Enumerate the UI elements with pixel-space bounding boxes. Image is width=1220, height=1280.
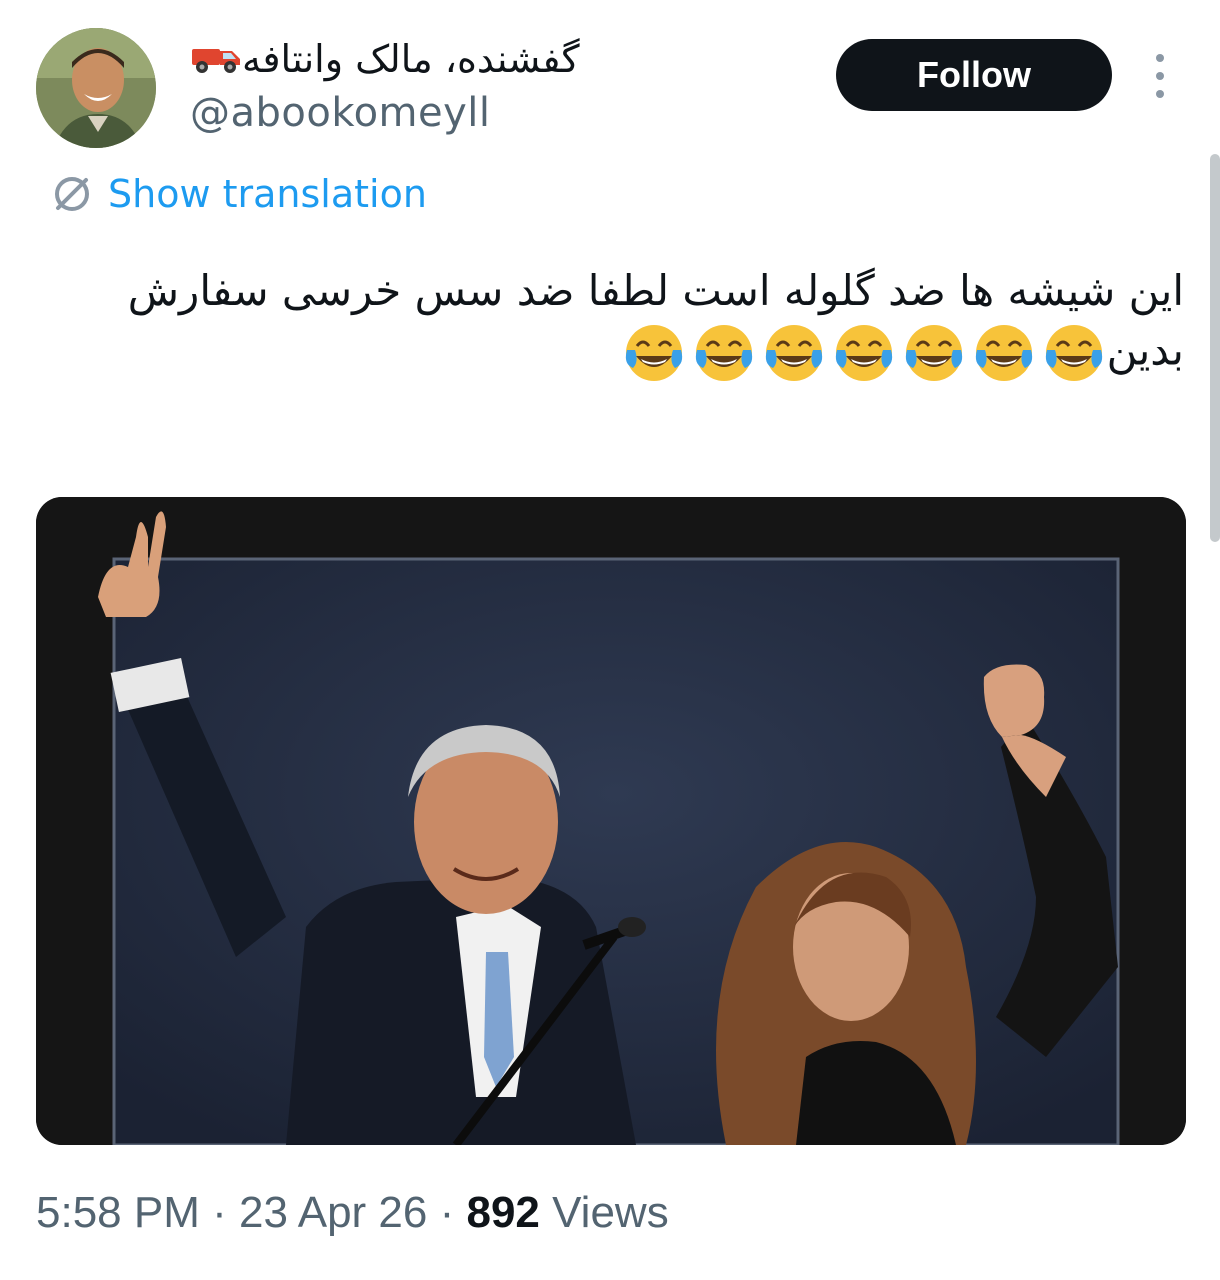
meta-separator: · xyxy=(199,1188,239,1237)
scrollbar-thumb[interactable] xyxy=(1210,154,1220,542)
more-dot xyxy=(1156,54,1164,62)
show-translation-label: Show translation xyxy=(108,172,427,216)
meta-separator: · xyxy=(427,1188,467,1237)
translate-icon xyxy=(55,177,89,211)
pickup-truck-icon xyxy=(190,37,242,87)
views-label: Views xyxy=(539,1188,669,1237)
photo-image xyxy=(36,497,1186,1145)
views-count: 892 xyxy=(466,1188,540,1237)
face-with-tears-of-joy-icon xyxy=(695,325,752,381)
face-with-tears-of-joy-icon xyxy=(835,325,892,381)
author-handle[interactable]: @abookomeyll xyxy=(190,90,491,136)
author-avatar[interactable] xyxy=(36,28,156,148)
show-translation-link[interactable]: Show translation xyxy=(50,172,427,216)
tweet-text: این شیشه ها ضد گلوله است لطفا ضد سس خرسی… xyxy=(60,262,1184,386)
avatar-image xyxy=(36,28,156,148)
tweet-date[interactable]: 23 Apr 26 xyxy=(239,1188,427,1237)
tweet-media-photo[interactable] xyxy=(36,497,1186,1145)
face-with-tears-of-joy-icon xyxy=(765,325,822,381)
face-with-tears-of-joy-icon xyxy=(975,325,1032,381)
more-dot xyxy=(1156,90,1164,98)
face-with-tears-of-joy-icon xyxy=(1045,325,1102,381)
display-name-text: گفشنده، مالک وانتافه xyxy=(242,37,580,81)
author-display-name[interactable]: گفشنده، مالک وانتافه xyxy=(190,34,580,87)
follow-button[interactable]: Follow xyxy=(836,39,1112,111)
face-with-tears-of-joy-icon xyxy=(625,325,682,381)
tweet-meta: 5:58 PM · 23 Apr 26 · 892 Views xyxy=(36,1188,669,1238)
more-vertical-icon[interactable] xyxy=(1148,54,1172,98)
tweet-time[interactable]: 5:58 PM xyxy=(36,1188,200,1237)
face-with-tears-of-joy-icon xyxy=(905,325,962,381)
laughing-emoji-row xyxy=(621,320,1107,386)
more-dot xyxy=(1156,72,1164,80)
